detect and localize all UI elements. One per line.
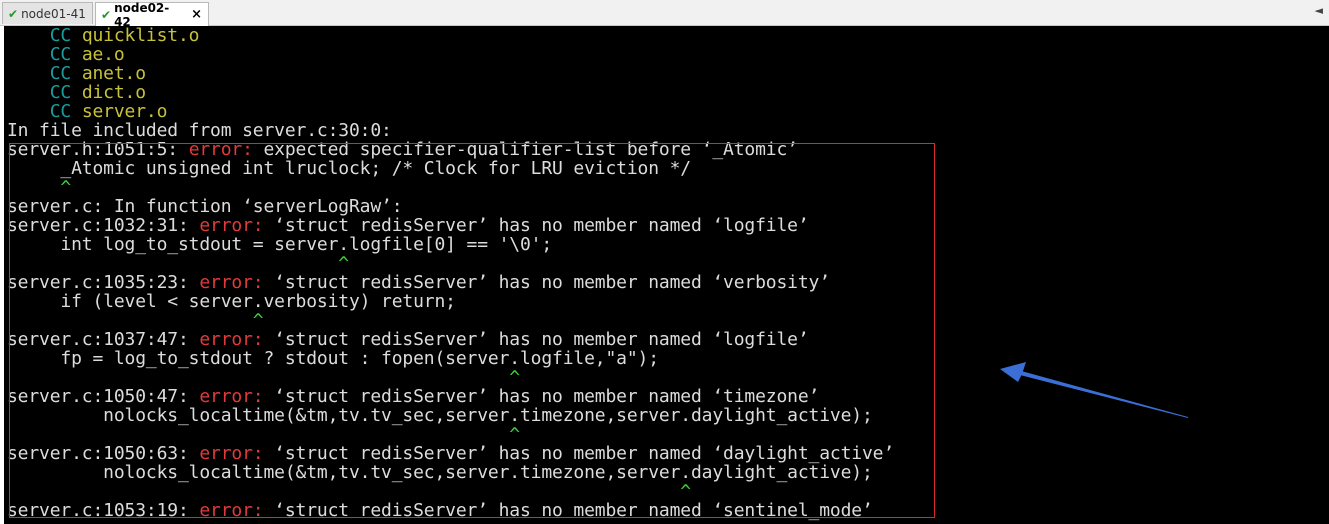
tab-label: node01-41	[21, 6, 86, 21]
tab-node01-41[interactable]: ✔ node01-41	[2, 2, 93, 24]
close-icon[interactable]: ×	[185, 7, 202, 22]
terminal-output[interactable]: CC quicklist.o CC ae.o CC anet.o CC dict…	[0, 26, 1329, 524]
tab-node02-42[interactable]: ✔ node02-42 ×	[95, 1, 209, 29]
check-icon: ✔	[101, 7, 112, 22]
tab-bar: ✔ node01-41 ✔ node02-42 × ◄	[0, 0, 1329, 29]
tab-scroll-left-icon[interactable]: ◄	[1315, 4, 1323, 17]
annotation-arrow-icon	[1000, 362, 1188, 418]
check-icon: ✔	[8, 6, 19, 21]
